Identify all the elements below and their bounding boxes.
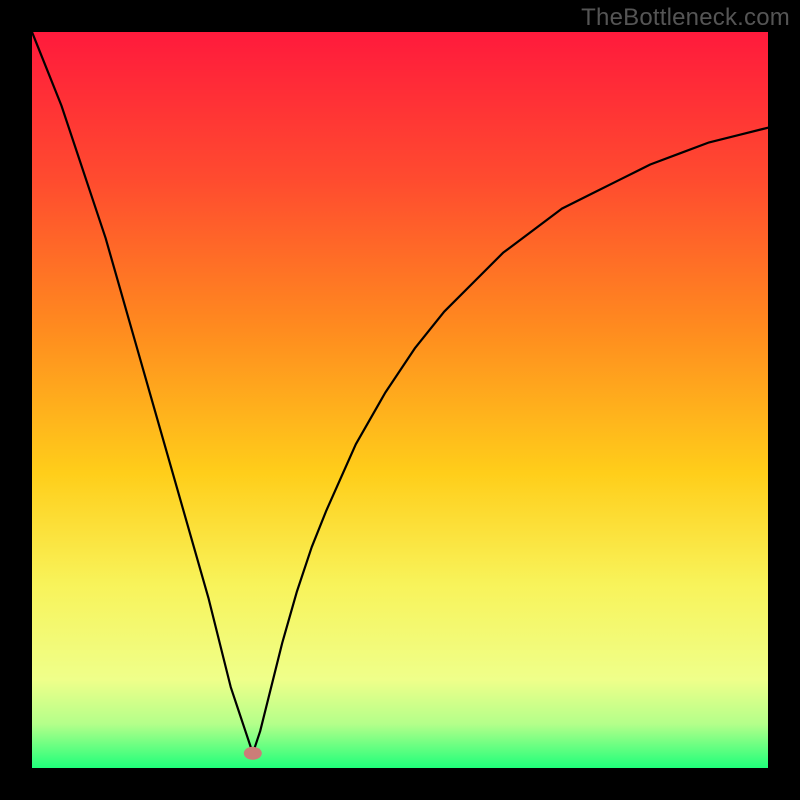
minimum-marker	[244, 747, 262, 760]
chart-frame: TheBottleneck.com	[0, 0, 800, 800]
watermark-text: TheBottleneck.com	[581, 4, 790, 32]
plot-area	[32, 32, 768, 768]
chart-svg	[32, 32, 768, 768]
chart-background	[32, 32, 768, 768]
